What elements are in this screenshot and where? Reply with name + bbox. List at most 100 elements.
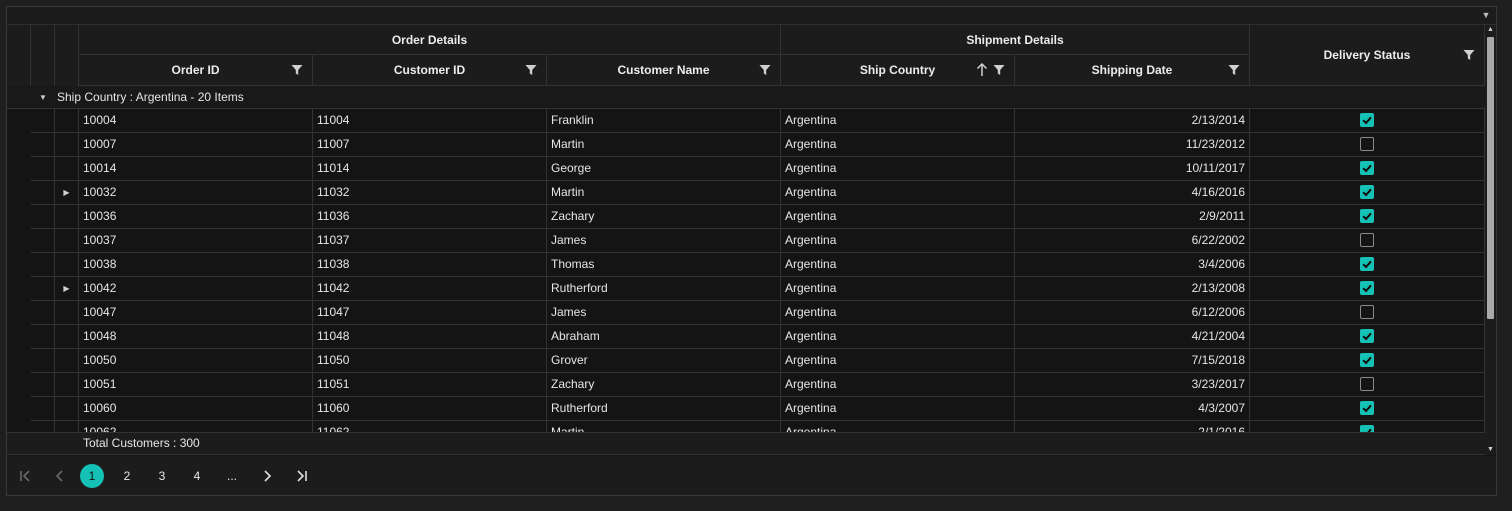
cell-customer-id[interactable]: 11036 [313,205,547,229]
cell-customer-name[interactable]: Rutherford [547,277,781,301]
cell-customer-name[interactable]: Martin [547,421,781,432]
group-caption-row[interactable]: ▼ Ship Country : Argentina - 20 Items [7,86,1485,109]
checkbox-icon[interactable] [1360,232,1374,247]
caret-right-icon[interactable]: ▶ [63,284,69,293]
scroll-down-icon[interactable]: ▼ [1485,445,1496,455]
cell-delivery-status[interactable] [1250,181,1485,205]
vertical-scrollbar[interactable]: ▲ ▼ [1485,25,1496,455]
table-row[interactable]: 10048 11048 Abraham Argentina 4/21/2004 [7,325,1485,349]
filter-icon[interactable] [759,64,771,76]
cell-ship-country[interactable]: Argentina [781,421,1015,432]
cell-delivery-status[interactable] [1250,109,1485,133]
cell-shipping-date[interactable]: 3/23/2017 [1015,373,1250,397]
page-button[interactable]: 1 [80,464,104,488]
filter-icon[interactable] [291,64,303,76]
chevron-down-icon[interactable]: ▼ [1480,8,1492,22]
scroll-up-icon[interactable]: ▲ [1485,25,1496,35]
caret-down-icon[interactable]: ▼ [37,91,49,103]
cell-order-id[interactable]: 10042 [79,277,313,301]
checkbox-icon[interactable] [1360,160,1374,175]
cell-customer-name[interactable]: Abraham [547,325,781,349]
table-row[interactable]: 10037 11037 James Argentina 6/22/2002 [7,229,1485,253]
cell-customer-id[interactable]: 11007 [313,133,547,157]
cell-customer-id[interactable]: 11014 [313,157,547,181]
row-expander-cell[interactable]: ▶ [55,277,79,301]
cell-delivery-status[interactable] [1250,133,1485,157]
cell-order-id[interactable]: 10051 [79,373,313,397]
cell-delivery-status[interactable] [1250,301,1485,325]
cell-customer-name[interactable]: James [547,301,781,325]
first-page-button[interactable] [13,464,37,488]
cell-delivery-status[interactable] [1250,349,1485,373]
cell-order-id[interactable]: 10014 [79,157,313,181]
cell-ship-country[interactable]: Argentina [781,205,1015,229]
cell-customer-name[interactable]: Franklin [547,109,781,133]
cell-order-id[interactable]: 10050 [79,349,313,373]
cell-customer-id[interactable]: 11062 [313,421,547,432]
previous-page-button[interactable] [48,464,72,488]
table-row[interactable]: 10060 11060 Rutherford Argentina 4/3/2007 [7,397,1485,421]
cell-ship-country[interactable]: Argentina [781,301,1015,325]
table-row[interactable]: 10036 11036 Zachary Argentina 2/9/2011 [7,205,1485,229]
checkbox-icon[interactable] [1360,352,1374,367]
filter-icon[interactable] [525,64,537,76]
page-button[interactable]: 2 [115,464,139,488]
column-header-order-id[interactable]: Order ID [79,55,313,86]
cell-customer-id[interactable]: 11050 [313,349,547,373]
checkbox-icon[interactable] [1360,376,1374,391]
cell-shipping-date[interactable]: 2/9/2011 [1015,205,1250,229]
table-row[interactable]: 10047 11047 James Argentina 6/12/2006 [7,301,1485,325]
more-pages-button[interactable]: ... [220,464,244,488]
cell-ship-country[interactable]: Argentina [781,349,1015,373]
page-button[interactable]: 3 [150,464,174,488]
cell-order-id[interactable]: 10038 [79,253,313,277]
cell-delivery-status[interactable] [1250,421,1485,432]
table-row[interactable]: 10007 11007 Martin Argentina 11/23/2012 [7,133,1485,157]
scrollbar-thumb[interactable] [1487,37,1494,319]
filter-icon[interactable] [993,64,1005,76]
table-row[interactable]: ▶ 10032 11032 Martin Argentina 4/16/2016 [7,181,1485,205]
cell-shipping-date[interactable]: 6/22/2002 [1015,229,1250,253]
cell-ship-country[interactable]: Argentina [781,133,1015,157]
cell-customer-name[interactable]: Martin [547,133,781,157]
cell-shipping-date[interactable]: 2/1/2016 [1015,421,1250,432]
caret-right-icon[interactable]: ▶ [63,188,69,197]
cell-order-id[interactable]: 10036 [79,205,313,229]
cell-customer-name[interactable]: Zachary [547,373,781,397]
checkbox-icon[interactable] [1360,304,1374,319]
cell-delivery-status[interactable] [1250,373,1485,397]
checkbox-icon[interactable] [1360,208,1374,223]
cell-order-id[interactable]: 10032 [79,181,313,205]
cell-customer-id[interactable]: 11037 [313,229,547,253]
table-row[interactable]: ▶ 10042 11042 Rutherford Argentina 2/13/2008 [7,277,1485,301]
cell-ship-country[interactable]: Argentina [781,109,1015,133]
filter-icon[interactable] [1463,49,1475,61]
table-row[interactable]: 10038 11038 Thomas Argentina 3/4/2006 [7,253,1485,277]
checkbox-icon[interactable] [1360,136,1374,151]
page-button[interactable]: 4 [185,464,209,488]
cell-customer-name[interactable]: Thomas [547,253,781,277]
cell-shipping-date[interactable]: 10/11/2017 [1015,157,1250,181]
checkbox-icon[interactable] [1360,424,1374,432]
cell-customer-id[interactable]: 11038 [313,253,547,277]
column-header-customer-name[interactable]: Customer Name [547,55,781,86]
checkbox-icon[interactable] [1360,280,1374,295]
column-header-shipping-date[interactable]: Shipping Date [1015,55,1250,86]
checkbox-icon[interactable] [1360,328,1374,343]
cell-customer-id[interactable]: 11047 [313,301,547,325]
row-expander-cell[interactable]: ▶ [55,181,79,205]
cell-customer-name[interactable]: Rutherford [547,397,781,421]
cell-shipping-date[interactable]: 2/13/2008 [1015,277,1250,301]
next-page-button[interactable] [255,464,279,488]
cell-order-id[interactable]: 10047 [79,301,313,325]
cell-shipping-date[interactable]: 4/16/2016 [1015,181,1250,205]
table-row[interactable]: 10062 11062 Martin Argentina 2/1/2016 [7,421,1485,432]
table-row[interactable]: 10050 11050 Grover Argentina 7/15/2018 [7,349,1485,373]
cell-customer-id[interactable]: 11060 [313,397,547,421]
cell-ship-country[interactable]: Argentina [781,373,1015,397]
cell-shipping-date[interactable]: 7/15/2018 [1015,349,1250,373]
cell-ship-country[interactable]: Argentina [781,253,1015,277]
cell-customer-id[interactable]: 11048 [313,325,547,349]
checkbox-icon[interactable] [1360,400,1374,415]
cell-ship-country[interactable]: Argentina [781,157,1015,181]
